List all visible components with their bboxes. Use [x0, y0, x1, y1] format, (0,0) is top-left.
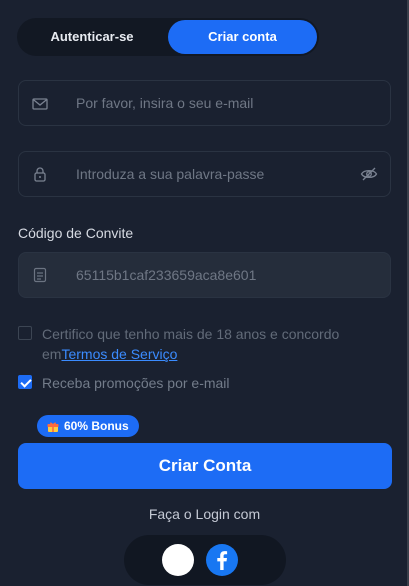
age-terms-checkbox[interactable] [18, 326, 32, 340]
invite-code-label: Código de Convite [18, 225, 134, 241]
tab-login[interactable]: Autenticar-se [17, 20, 167, 54]
password-input[interactable] [76, 152, 356, 196]
password-field [18, 151, 391, 197]
google-login-button[interactable] [162, 544, 194, 576]
document-icon [33, 267, 47, 283]
bonus-text: 60% Bonus [64, 419, 129, 433]
auth-tabs: Autenticar-se Criar conta [17, 18, 319, 56]
facebook-icon[interactable] [206, 544, 238, 576]
promo-row: Receba promoções por e-mail [18, 373, 398, 393]
social-login-title: Faça o Login com [148, 506, 261, 522]
age-terms-text: Certifico que tenho mais de 18 anos e co… [42, 324, 398, 364]
tab-signup[interactable]: Criar conta [168, 20, 317, 54]
email-input[interactable] [76, 81, 356, 125]
invite-code-field [18, 252, 391, 298]
email-field [18, 80, 391, 126]
eye-off-icon[interactable] [360, 166, 378, 182]
age-terms-row: Certifico que tenho mais de 18 anos e co… [18, 324, 398, 364]
terms-of-service-link[interactable]: Termos de Serviço [61, 346, 177, 362]
age-terms-label: Certifico que tenho mais de 18 anos e co… [42, 326, 340, 342]
gift-icon [47, 422, 59, 432]
create-account-button[interactable]: Criar Conta [18, 443, 392, 489]
bonus-badge: 60% Bonus [37, 415, 139, 437]
promo-checkbox[interactable] [18, 375, 32, 389]
lock-icon [34, 167, 46, 182]
invite-code-input[interactable] [76, 253, 356, 297]
promo-label: Receba promoções por e-mail [42, 375, 230, 391]
age-terms-em: em [42, 346, 62, 362]
envelope-icon [32, 98, 48, 110]
social-login-bar [124, 535, 286, 585]
